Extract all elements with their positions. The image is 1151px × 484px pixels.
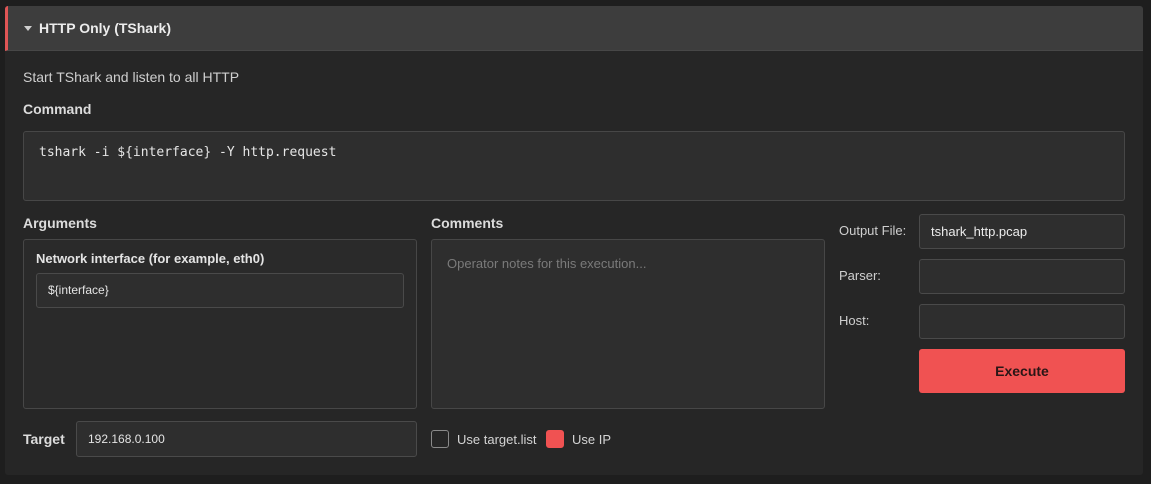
host-input[interactable] xyxy=(919,304,1125,339)
panel-title: HTTP Only (TShark) xyxy=(39,20,171,36)
caret-down-icon[interactable] xyxy=(24,25,32,31)
panel-description: Start TShark and listen to all HTTP xyxy=(23,69,240,85)
arguments-label: Arguments xyxy=(23,215,97,231)
parser-input[interactable] xyxy=(919,259,1125,294)
command-panel: HTTP Only (TShark) Start TShark and list… xyxy=(5,6,1143,475)
host-label: Host: xyxy=(839,313,870,328)
target-input[interactable]: 192.168.0.100 xyxy=(76,421,417,457)
argument-label-interface: Network interface (for example, eth0) xyxy=(36,251,265,266)
arguments-box: Network interface (for example, eth0) ${… xyxy=(23,239,417,409)
execute-button[interactable]: Execute xyxy=(919,349,1125,393)
parser-label: Parser: xyxy=(839,268,881,283)
comments-textarea[interactable]: Operator notes for this execution... xyxy=(431,239,825,409)
use-target-list-label[interactable]: Use target.list xyxy=(457,432,536,447)
use-ip-checkbox[interactable] xyxy=(546,430,564,448)
comments-placeholder: Operator notes for this execution... xyxy=(447,256,647,271)
target-label: Target xyxy=(23,431,65,447)
panel-header[interactable]: HTTP Only (TShark) xyxy=(5,6,1143,51)
output-file-input[interactable]: tshark_http.pcap xyxy=(919,214,1125,249)
output-file-label: Output File: xyxy=(839,223,907,238)
command-text: tshark -i ${interface} -Y http.request xyxy=(39,145,337,160)
command-field[interactable]: tshark -i ${interface} -Y http.request xyxy=(23,131,1125,201)
use-target-list-checkbox[interactable] xyxy=(431,430,449,448)
argument-input-interface[interactable]: ${interface} xyxy=(36,273,404,308)
execute-label: Execute xyxy=(995,363,1049,379)
command-label: Command xyxy=(23,101,92,117)
comments-label: Comments xyxy=(431,215,504,231)
use-ip-label[interactable]: Use IP xyxy=(572,432,611,447)
